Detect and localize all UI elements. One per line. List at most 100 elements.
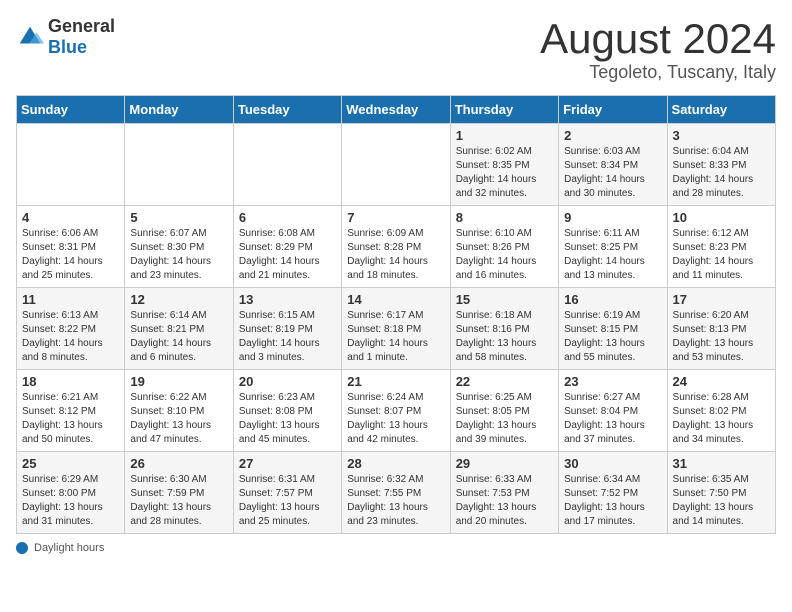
calendar-cell: 30 Sunrise: 6:34 AM Sunset: 7:52 PM Dayli… bbox=[559, 452, 667, 534]
day-info: Sunrise: 6:10 AM Sunset: 8:26 PM Dayligh… bbox=[456, 227, 553, 283]
day-info: Sunrise: 6:28 AM Sunset: 8:02 PM Dayligh… bbox=[673, 391, 770, 447]
day-info: Sunrise: 6:14 AM Sunset: 8:21 PM Dayligh… bbox=[130, 309, 227, 365]
day-number: 21 bbox=[347, 374, 444, 389]
header-row: SundayMondayTuesdayWednesdayThursdayFrid… bbox=[17, 96, 776, 124]
day-info: Sunrise: 6:20 AM Sunset: 8:13 PM Dayligh… bbox=[673, 309, 770, 365]
calendar-cell bbox=[17, 124, 125, 206]
calendar-cell: 14Sunrise: 6:17 AM Sunset: 8:18 PM Dayli… bbox=[342, 288, 450, 370]
day-number: 20 bbox=[239, 374, 336, 389]
day-number: 28 bbox=[347, 456, 444, 471]
day-number: 15 bbox=[456, 292, 553, 307]
calendar-cell: 9 Sunrise: 6:11 AM Sunset: 8:25 PM Daylig… bbox=[559, 206, 667, 288]
day-info: Sunrise: 6:21 AM Sunset: 8:12 PM Dayligh… bbox=[22, 391, 119, 447]
day-number: 5 bbox=[130, 210, 227, 225]
day-number: 13 bbox=[239, 292, 336, 307]
calendar-cell: 17Sunrise: 6:20 AM Sunset: 8:13 PM Dayli… bbox=[667, 288, 775, 370]
calendar-cell: 26 Sunrise: 6:30 AM Sunset: 7:59 PM Dayli… bbox=[125, 452, 233, 534]
day-number: 23 bbox=[564, 374, 661, 389]
day-info: Sunrise: 6:24 AM Sunset: 8:07 PM Dayligh… bbox=[347, 391, 444, 447]
day-number: 16 bbox=[564, 292, 661, 307]
calendar-cell: 2Sunrise: 6:03 AM Sunset: 8:34 PM Daylig… bbox=[559, 124, 667, 206]
day-info: Sunrise: 6:06 AM Sunset: 8:31 PM Dayligh… bbox=[22, 227, 119, 283]
column-header-tuesday: Tuesday bbox=[233, 96, 341, 124]
day-number: 31 bbox=[673, 456, 770, 471]
day-info: Sunrise: 6:33 AM Sunset: 7:53 PM Dayligh… bbox=[456, 473, 553, 529]
day-info: Sunrise: 6:13 AM Sunset: 8:22 PM Dayligh… bbox=[22, 309, 119, 365]
day-number: 3 bbox=[673, 128, 770, 143]
day-number: 26 bbox=[130, 456, 227, 471]
day-info: Sunrise: 6:11 AM Sunset: 8:25 PM Dayligh… bbox=[564, 227, 661, 283]
calendar-cell: 12 Sunrise: 6:14 AM Sunset: 8:21 PM Dayli… bbox=[125, 288, 233, 370]
calendar-cell: 4 Sunrise: 6:06 AM Sunset: 8:31 PM Daylig… bbox=[17, 206, 125, 288]
day-number: 19 bbox=[130, 374, 227, 389]
calendar-cell: 18 Sunrise: 6:21 AM Sunset: 8:12 PM Dayli… bbox=[17, 370, 125, 452]
day-info: Sunrise: 6:29 AM Sunset: 8:00 PM Dayligh… bbox=[22, 473, 119, 529]
header: General Blue August 2024 Tegoleto, Tusca… bbox=[16, 16, 776, 83]
calendar-cell: 27 Sunrise: 6:31 AM Sunset: 7:57 PM Dayli… bbox=[233, 452, 341, 534]
day-number: 30 bbox=[564, 456, 661, 471]
day-number: 22 bbox=[456, 374, 553, 389]
calendar-cell: 8 Sunrise: 6:10 AM Sunset: 8:26 PM Daylig… bbox=[450, 206, 558, 288]
day-info: Sunrise: 6:31 AM Sunset: 7:57 PM Dayligh… bbox=[239, 473, 336, 529]
day-number: 24 bbox=[673, 374, 770, 389]
calendar-cell: 28 Sunrise: 6:32 AM Sunset: 7:55 PM Dayli… bbox=[342, 452, 450, 534]
calendar-cell: 16Sunrise: 6:19 AM Sunset: 8:15 PM Dayli… bbox=[559, 288, 667, 370]
day-info: Sunrise: 6:35 AM Sunset: 7:50 PM Dayligh… bbox=[673, 473, 770, 529]
day-number: 29 bbox=[456, 456, 553, 471]
day-number: 11 bbox=[22, 292, 119, 307]
calendar-cell: 22 Sunrise: 6:25 AM Sunset: 8:05 PM Dayli… bbox=[450, 370, 558, 452]
day-number: 25 bbox=[22, 456, 119, 471]
calendar-cell: 1 Sunrise: 6:02 AM Sunset: 8:35 PM Daylig… bbox=[450, 124, 558, 206]
calendar-cell: 15 Sunrise: 6:18 AM Sunset: 8:16 PM Dayli… bbox=[450, 288, 558, 370]
main-title: August 2024 bbox=[540, 16, 776, 62]
calendar-cell: 5Sunrise: 6:07 AM Sunset: 8:30 PM Daylig… bbox=[125, 206, 233, 288]
calendar-cell: 19Sunrise: 6:22 AM Sunset: 8:10 PM Dayli… bbox=[125, 370, 233, 452]
day-number: 7 bbox=[347, 210, 444, 225]
footer-label: Daylight hours bbox=[34, 542, 104, 554]
day-number: 4 bbox=[22, 210, 119, 225]
week-row-5: 25 Sunrise: 6:29 AM Sunset: 8:00 PM Dayli… bbox=[17, 452, 776, 534]
subtitle: Tegoleto, Tuscany, Italy bbox=[540, 62, 776, 83]
calendar-cell: 25 Sunrise: 6:29 AM Sunset: 8:00 PM Dayli… bbox=[17, 452, 125, 534]
column-header-sunday: Sunday bbox=[17, 96, 125, 124]
calendar-cell: 10Sunrise: 6:12 AM Sunset: 8:23 PM Dayli… bbox=[667, 206, 775, 288]
column-header-thursday: Thursday bbox=[450, 96, 558, 124]
logo-general: General bbox=[48, 16, 115, 36]
logo-blue: Blue bbox=[48, 37, 87, 57]
day-info: Sunrise: 6:32 AM Sunset: 7:55 PM Dayligh… bbox=[347, 473, 444, 529]
day-info: Sunrise: 6:30 AM Sunset: 7:59 PM Dayligh… bbox=[130, 473, 227, 529]
day-info: Sunrise: 6:15 AM Sunset: 8:19 PM Dayligh… bbox=[239, 309, 336, 365]
day-info: Sunrise: 6:12 AM Sunset: 8:23 PM Dayligh… bbox=[673, 227, 770, 283]
day-info: Sunrise: 6:03 AM Sunset: 8:34 PM Dayligh… bbox=[564, 145, 661, 201]
day-number: 9 bbox=[564, 210, 661, 225]
calendar-cell bbox=[125, 124, 233, 206]
day-number: 8 bbox=[456, 210, 553, 225]
week-row-3: 11 Sunrise: 6:13 AM Sunset: 8:22 PM Dayli… bbox=[17, 288, 776, 370]
day-info: Sunrise: 6:09 AM Sunset: 8:28 PM Dayligh… bbox=[347, 227, 444, 283]
day-info: Sunrise: 6:02 AM Sunset: 8:35 PM Dayligh… bbox=[456, 145, 553, 201]
title-area: August 2024 Tegoleto, Tuscany, Italy bbox=[540, 16, 776, 83]
day-info: Sunrise: 6:18 AM Sunset: 8:16 PM Dayligh… bbox=[456, 309, 553, 365]
day-number: 18 bbox=[22, 374, 119, 389]
calendar-cell bbox=[342, 124, 450, 206]
week-row-2: 4 Sunrise: 6:06 AM Sunset: 8:31 PM Daylig… bbox=[17, 206, 776, 288]
calendar-cell bbox=[233, 124, 341, 206]
footer: Daylight hours bbox=[16, 542, 776, 554]
calendar-cell: 29 Sunrise: 6:33 AM Sunset: 7:53 PM Dayli… bbox=[450, 452, 558, 534]
day-info: Sunrise: 6:23 AM Sunset: 8:08 PM Dayligh… bbox=[239, 391, 336, 447]
calendar-table: SundayMondayTuesdayWednesdayThursdayFrid… bbox=[16, 95, 776, 534]
day-info: Sunrise: 6:34 AM Sunset: 7:52 PM Dayligh… bbox=[564, 473, 661, 529]
day-number: 27 bbox=[239, 456, 336, 471]
day-info: Sunrise: 6:25 AM Sunset: 8:05 PM Dayligh… bbox=[456, 391, 553, 447]
day-info: Sunrise: 6:27 AM Sunset: 8:04 PM Dayligh… bbox=[564, 391, 661, 447]
calendar-cell: 3Sunrise: 6:04 AM Sunset: 8:33 PM Daylig… bbox=[667, 124, 775, 206]
day-info: Sunrise: 6:08 AM Sunset: 8:29 PM Dayligh… bbox=[239, 227, 336, 283]
calendar-cell: 6 Sunrise: 6:08 AM Sunset: 8:29 PM Daylig… bbox=[233, 206, 341, 288]
day-number: 6 bbox=[239, 210, 336, 225]
day-number: 12 bbox=[130, 292, 227, 307]
day-number: 1 bbox=[456, 128, 553, 143]
column-header-monday: Monday bbox=[125, 96, 233, 124]
logo-icon bbox=[16, 23, 44, 51]
calendar-cell: 24 Sunrise: 6:28 AM Sunset: 8:02 PM Dayli… bbox=[667, 370, 775, 452]
day-info: Sunrise: 6:17 AM Sunset: 8:18 PM Dayligh… bbox=[347, 309, 444, 365]
